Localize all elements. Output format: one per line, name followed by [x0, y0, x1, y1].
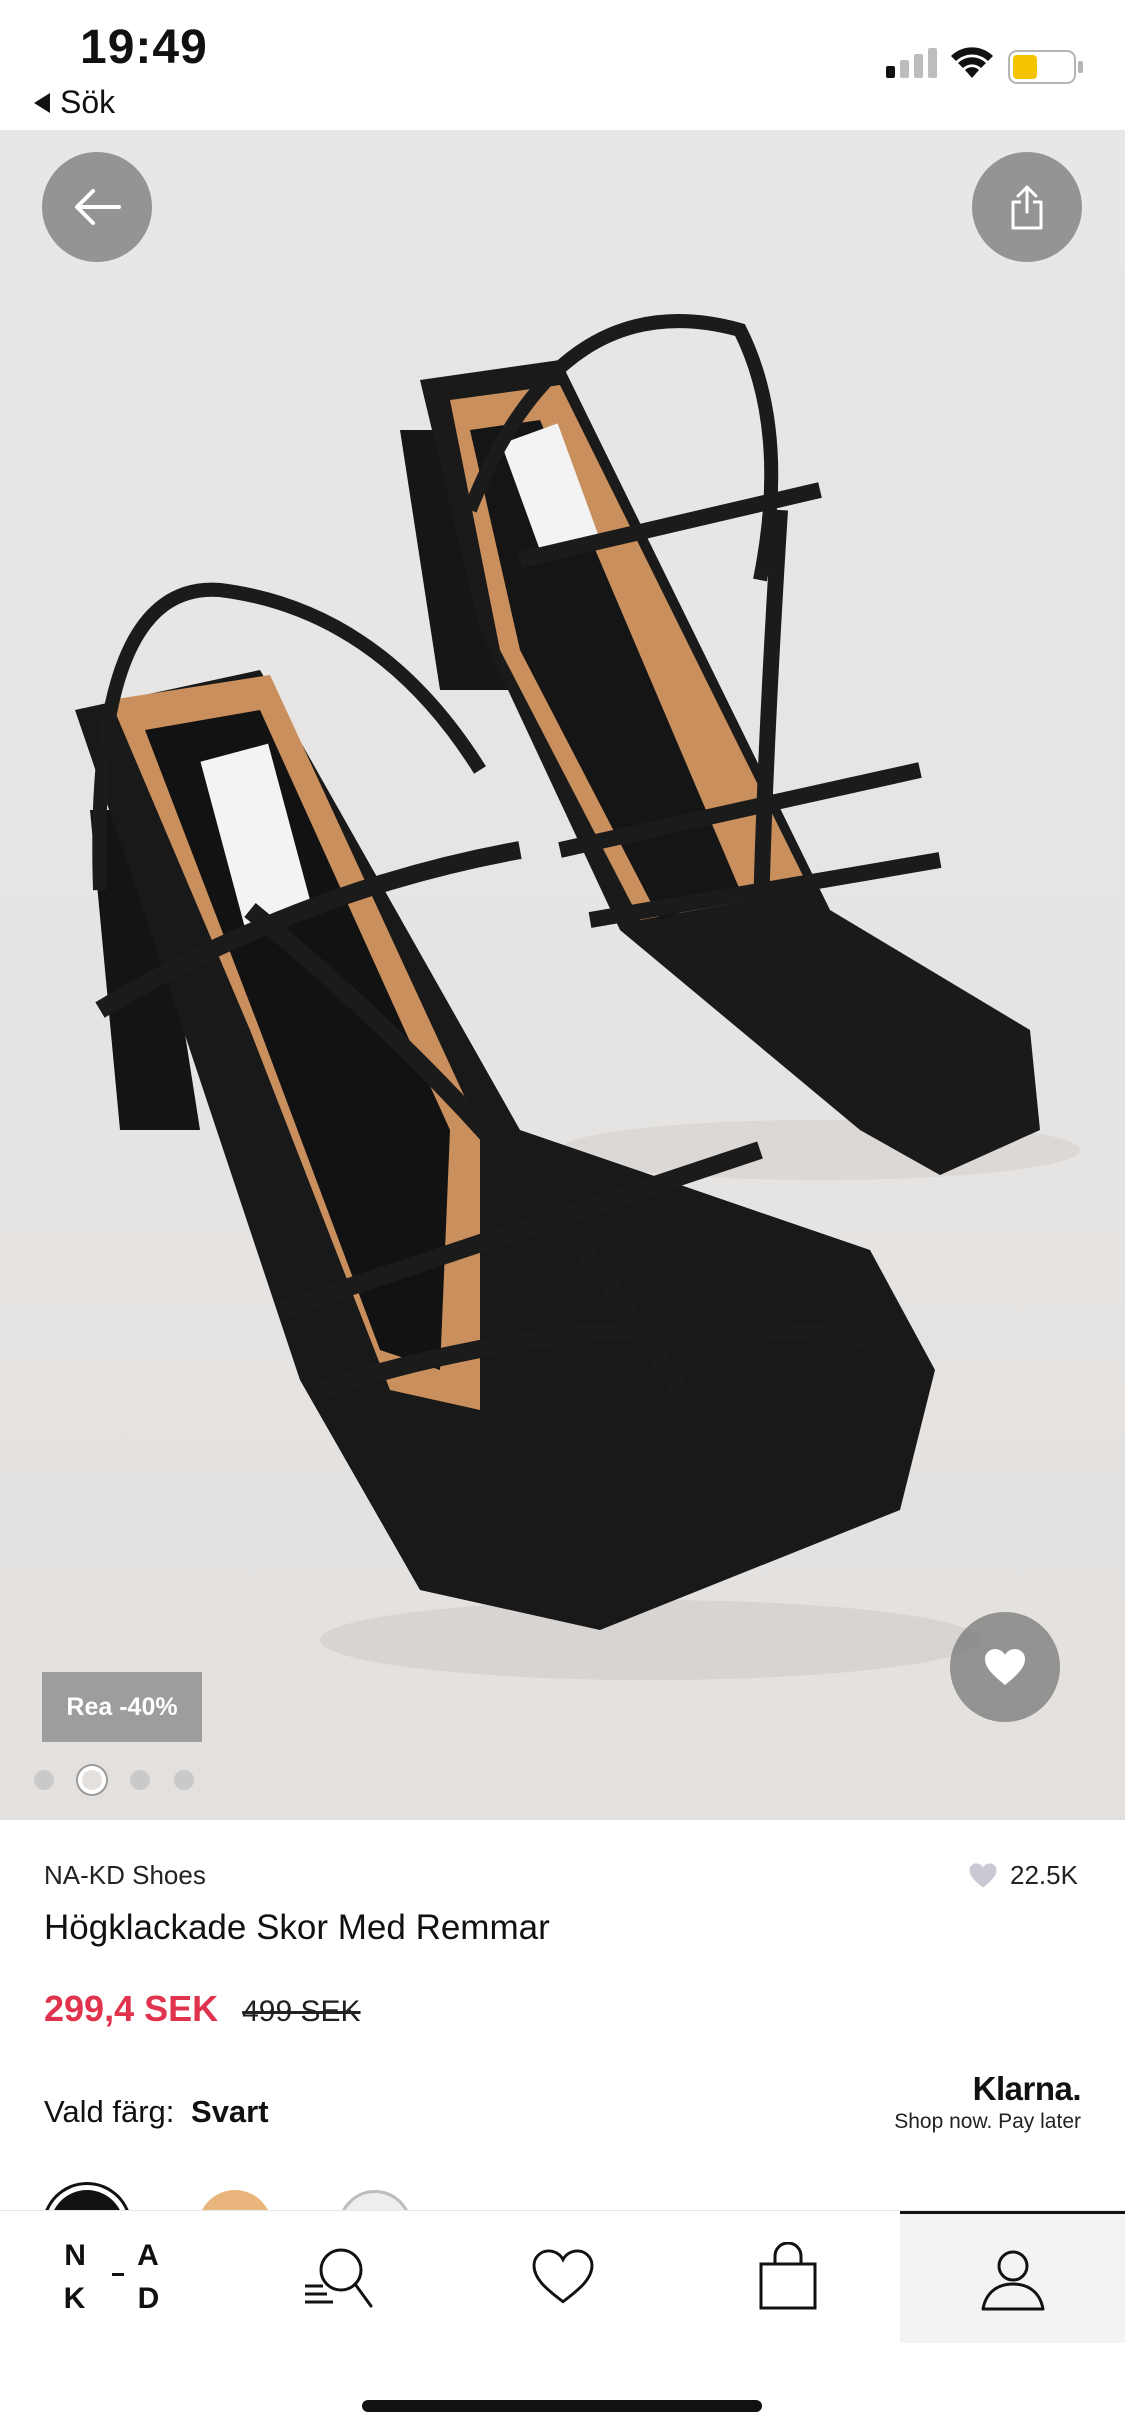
likes-counter[interactable]: 22.5K [968, 1860, 1078, 1891]
carousel-dot[interactable] [174, 1770, 194, 1790]
carousel-dot[interactable] [130, 1770, 150, 1790]
battery-icon [1008, 50, 1083, 84]
user-icon [981, 2250, 1044, 2310]
tab-cart[interactable] [675, 2211, 900, 2343]
color-swatches [0, 2180, 1125, 2210]
tab-wishlist[interactable] [450, 2211, 675, 2343]
product-title: Högklackade Skor Med Remmar [44, 1908, 550, 1947]
share-icon [1011, 185, 1043, 230]
sale-badge: Rea -40% [42, 1672, 202, 1742]
tab-profile[interactable] [900, 2211, 1125, 2343]
back-app-label: Sök [60, 84, 116, 120]
klarna-badge[interactable]: Klarna. Shop now. Pay later [894, 2070, 1081, 2134]
cellular-signal-icon [886, 48, 937, 78]
heart-filled-icon [985, 1649, 1025, 1685]
status-time: 19:49 [80, 21, 208, 74]
klarna-tagline: Shop now. Pay later [894, 2110, 1081, 2133]
status-bar: 19:49 Sök [0, 0, 1125, 130]
selected-color-value: Svart [191, 2094, 269, 2129]
carousel-pagination [34, 1766, 194, 1794]
nakd-logo: N A K D [44, 2239, 182, 2316]
add-to-wishlist-button[interactable] [950, 1612, 1060, 1722]
product-brand[interactable]: NA-KD Shoes [44, 1860, 206, 1891]
color-swatch-white[interactable] [338, 2190, 412, 2210]
klarna-logo: Klarna. [972, 2070, 1082, 2107]
original-price: 499 SEK [242, 1995, 361, 2028]
carousel-dot[interactable] [34, 1770, 54, 1790]
search-icon [304, 2248, 372, 2308]
logo-line-1: N A [64, 2238, 181, 2272]
back-to-search-link[interactable]: Sök [34, 84, 115, 121]
bottom-tab-bar: N A K D [0, 2210, 1125, 2343]
home-indicator[interactable] [362, 2400, 762, 2412]
tab-search[interactable] [225, 2211, 450, 2343]
arrow-left-icon [75, 189, 121, 225]
wifi-icon [951, 47, 993, 78]
back-triangle-icon [34, 92, 50, 113]
product-image-carousel[interactable]: Rea -40% [0, 130, 1125, 1820]
likes-count: 22.5K [1010, 1860, 1078, 1890]
carousel-dot-active[interactable] [78, 1766, 106, 1794]
logo-line-2: K D [63, 2281, 182, 2315]
back-button[interactable] [42, 152, 152, 262]
color-swatch-tan[interactable] [198, 2190, 272, 2210]
heart-icon [969, 1863, 997, 1888]
shopping-bag-icon [759, 2242, 816, 2310]
color-swatch-black[interactable] [50, 2190, 124, 2210]
tab-home[interactable]: N A K D [0, 2211, 225, 2343]
sale-price: 299,4 SEK [44, 1988, 219, 2029]
heart-outline-icon [532, 2249, 593, 2304]
selected-color: Vald färg: Svart [44, 2094, 269, 2130]
product-photo [75, 314, 1080, 1680]
selected-color-label: Vald färg: [44, 2094, 175, 2129]
share-button[interactable] [972, 152, 1082, 262]
price-row: 299,4 SEK 499 SEK [44, 1988, 361, 2030]
